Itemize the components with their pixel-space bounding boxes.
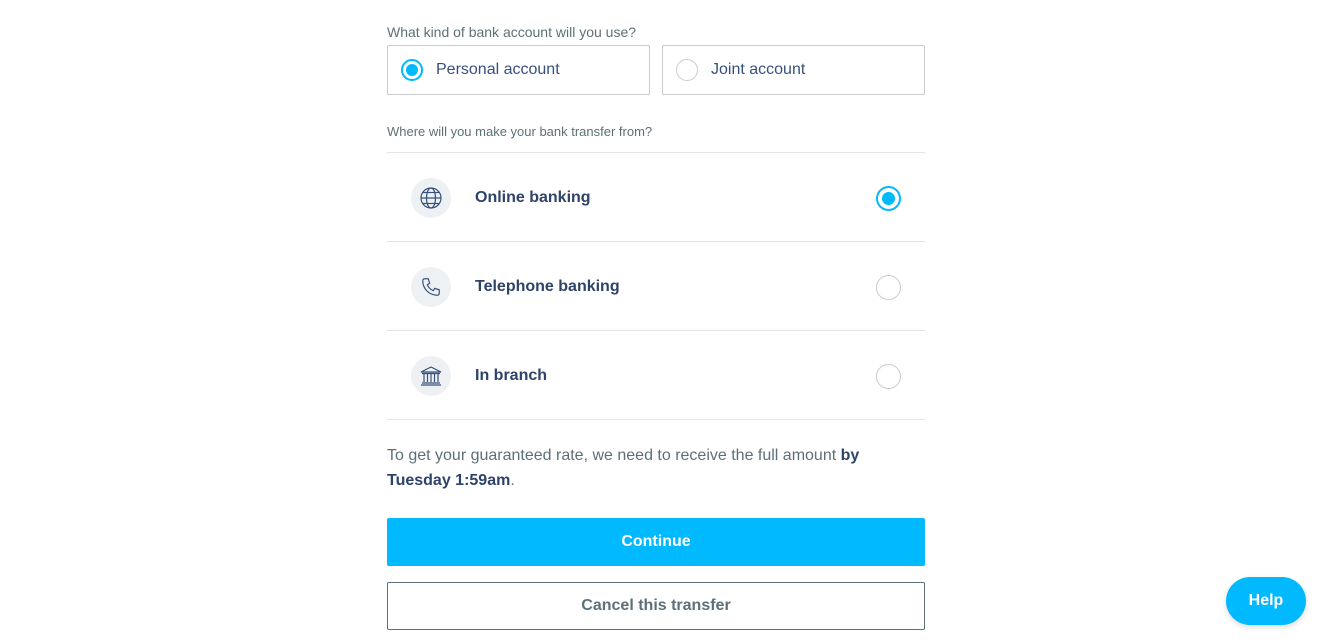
personal-account-radio[interactable]	[401, 59, 423, 81]
account-type-options: Personal account Joint account	[387, 45, 925, 95]
joint-account-option[interactable]: Joint account	[662, 45, 925, 95]
method-telephone-banking[interactable]: Telephone banking	[387, 241, 925, 330]
method-label: In branch	[475, 367, 548, 384]
online-banking-radio[interactable]	[876, 186, 901, 211]
method-label: Telephone banking	[475, 278, 620, 295]
continue-button[interactable]: Continue	[387, 518, 925, 566]
method-label: Online banking	[475, 189, 591, 206]
in-branch-radio[interactable]	[876, 364, 901, 389]
globe-icon	[411, 178, 451, 218]
transfer-method-list: Online banking Telephone banking In bran…	[387, 152, 925, 420]
phone-icon	[411, 267, 451, 307]
transfer-method-question: Where will you make your bank transfer f…	[387, 124, 653, 139]
joint-account-radio[interactable]	[676, 59, 698, 81]
method-online-banking[interactable]: Online banking	[387, 152, 925, 241]
account-type-question: What kind of bank account will you use?	[387, 24, 637, 40]
joint-account-label: Joint account	[711, 61, 806, 78]
note-suffix: .	[510, 472, 515, 489]
telephone-banking-radio[interactable]	[876, 275, 901, 300]
method-in-branch[interactable]: In branch	[387, 330, 925, 420]
personal-account-option[interactable]: Personal account	[387, 45, 650, 95]
cancel-transfer-button[interactable]: Cancel this transfer	[387, 582, 925, 630]
bank-icon	[411, 356, 451, 396]
personal-account-label: Personal account	[436, 61, 560, 78]
help-button[interactable]: Help	[1226, 577, 1306, 625]
note-text: To get your guaranteed rate, we need to …	[387, 447, 841, 464]
guaranteed-rate-note: To get your guaranteed rate, we need to …	[387, 443, 925, 493]
